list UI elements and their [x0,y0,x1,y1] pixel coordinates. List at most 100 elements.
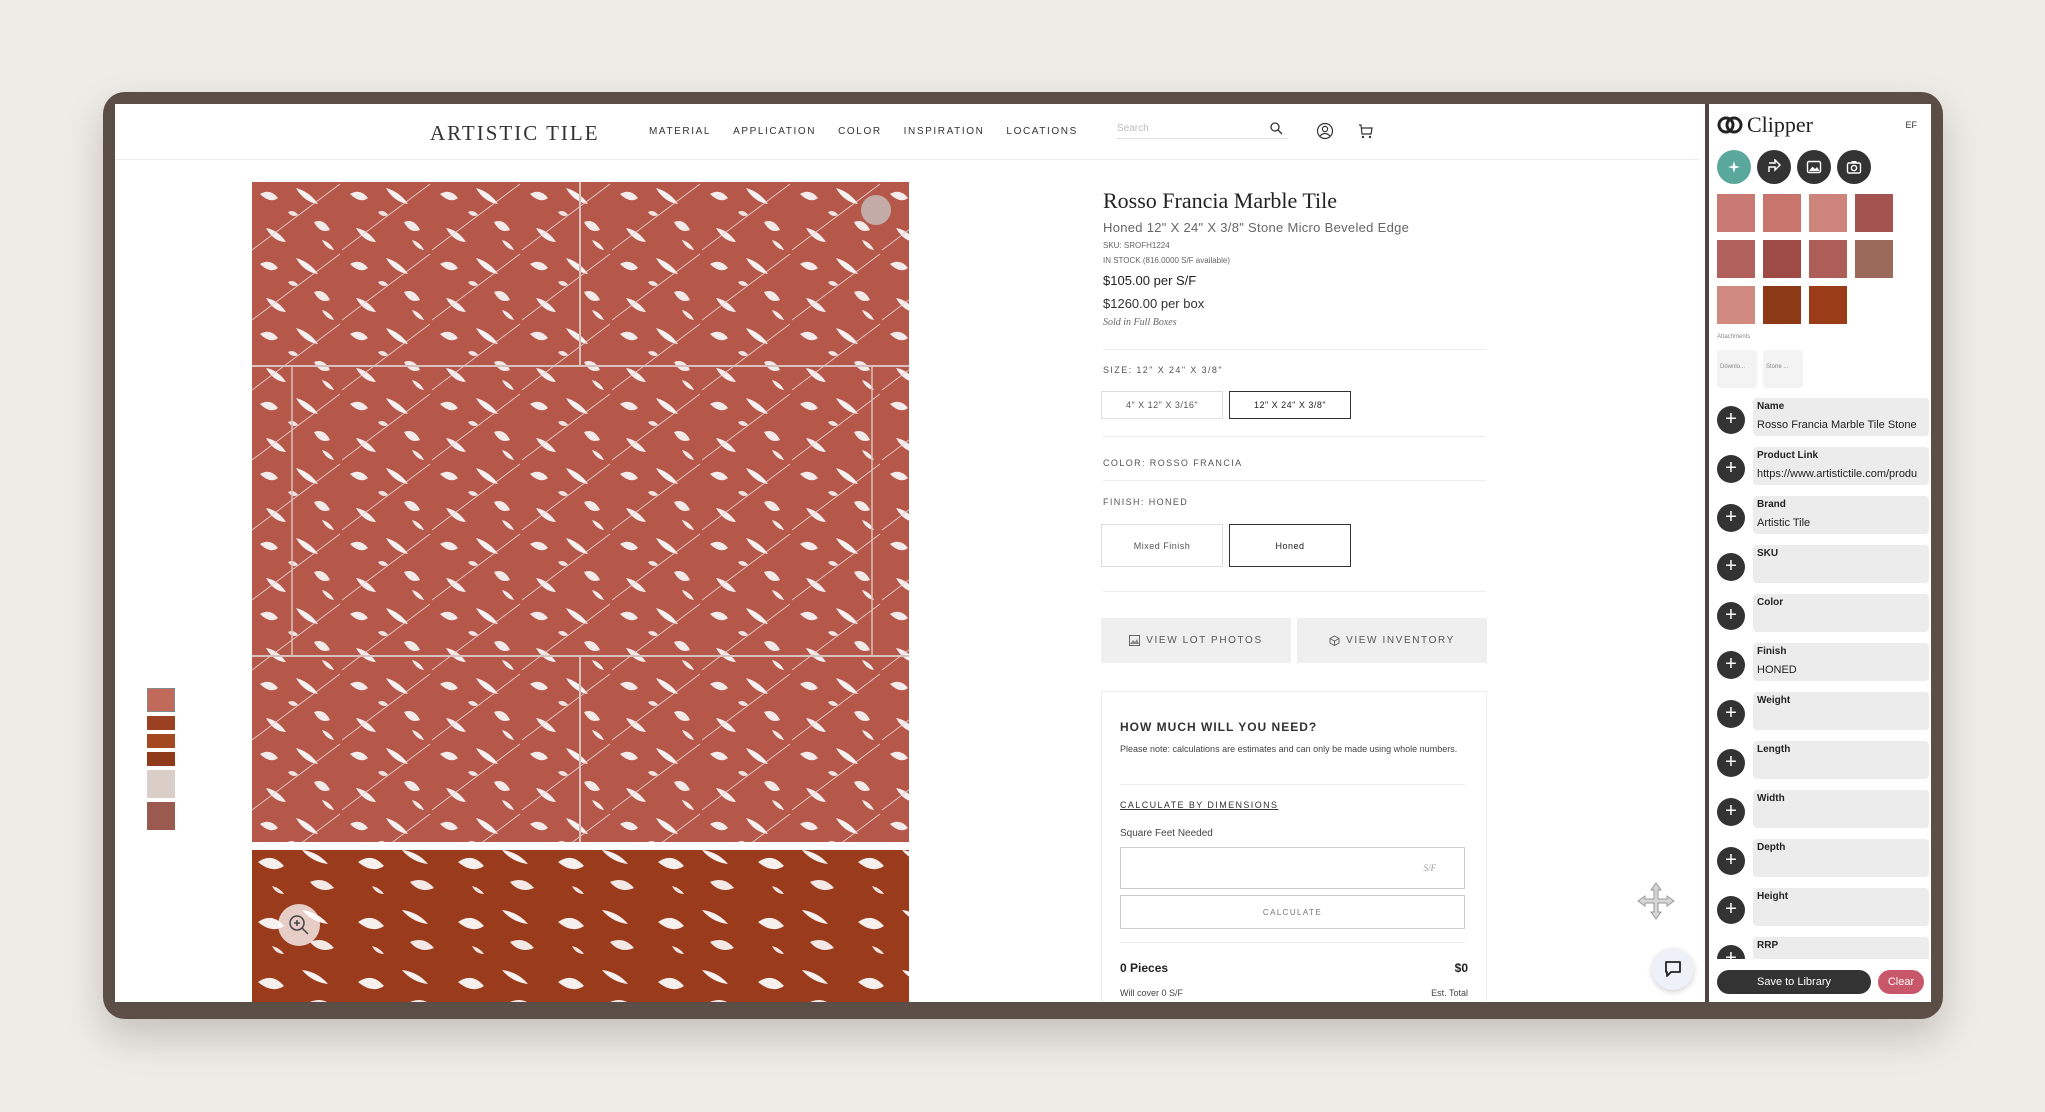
capture-button[interactable] [1837,150,1871,184]
image-swatch[interactable] [1809,240,1847,278]
price-per-sf: $105.00 per S/F [1103,273,1197,288]
main-nav: MATERIAL APPLICATION COLOR INSPIRATION L… [649,126,1078,137]
thumbnail[interactable] [147,688,175,712]
product-subtitle: Honed 12" X 24" X 3/8" Stone Micro Bevel… [1103,220,1410,235]
add-field-button[interactable]: + [1717,798,1745,826]
clipper-logo-icon [1717,116,1743,134]
thumbnail[interactable] [147,802,175,830]
image-swatch[interactable] [1763,286,1801,324]
nav-material[interactable]: MATERIAL [649,126,711,137]
share-button[interactable] [1757,150,1791,184]
add-field-button[interactable]: + [1717,700,1745,728]
image-swatch[interactable] [1809,286,1847,324]
field-length: + Length [1717,741,1929,781]
field-label: Name [1757,401,1785,412]
field-height: + Height [1717,888,1929,928]
calculator-note: Please note: calculations are estimates … [1120,744,1458,754]
image-swatch[interactable] [1763,240,1801,278]
image-swatch[interactable] [1717,240,1755,278]
field-label: SKU [1757,548,1779,559]
nav-locations[interactable]: LOCATIONS [1006,126,1077,137]
field-rrp-input[interactable]: RRP [1753,937,1929,959]
account-icon[interactable] [1316,122,1334,140]
field-brand: + Brand Artistic Tile [1717,496,1929,536]
stock-status: IN STOCK (816.0000 S/F available) [1103,256,1231,265]
attachment-item[interactable]: Stone ... [1763,350,1803,388]
chat-button[interactable] [1652,948,1694,990]
field-weight: + Weight [1717,692,1929,732]
add-field-button[interactable]: + [1717,896,1745,924]
calculate-by-dimensions-link[interactable]: CALCULATE BY DIMENSIONS [1120,800,1278,810]
size-option-4x12[interactable]: 4" X 12" X 3/16" [1101,391,1223,419]
add-field-button[interactable]: + [1717,406,1745,434]
nav-inspiration[interactable]: INSPIRATION [904,126,985,137]
square-feet-label: Square Feet Needed [1120,828,1213,839]
field-color-input[interactable]: Color [1753,594,1929,632]
sparkle-icon [1728,161,1740,173]
attachment-item[interactable]: Downlo... [1717,350,1757,388]
search-icon[interactable] [1269,121,1283,135]
field-length-input[interactable]: Length [1753,741,1929,779]
image-swatch[interactable] [1809,194,1847,232]
thumbnail[interactable] [147,752,175,766]
add-field-button[interactable]: + [1717,455,1745,483]
attachments-label: Attachments [1717,334,1751,340]
field-name-input[interactable]: Name Rosso Francia Marble Tile Stone [1753,398,1929,436]
screen: ARTISTIC TILE MATERIAL APPLICATION COLOR… [115,104,1931,1002]
thumbnail[interactable] [147,734,175,748]
coverage-text: Will cover 0 S/F [1120,988,1184,998]
calculate-button[interactable]: CALCULATE [1120,895,1465,929]
thumbnail[interactable] [147,716,175,730]
add-field-button[interactable]: + [1717,749,1745,777]
field-label: Length [1757,744,1791,755]
cart-icon[interactable] [1357,122,1375,140]
add-field-button[interactable]: + [1717,651,1745,679]
nav-color[interactable]: COLOR [838,126,882,137]
sparkle-button[interactable] [1717,150,1751,184]
view-lot-photos-button[interactable]: VIEW LOT PHOTOS [1101,618,1291,663]
field-brand-input[interactable]: Brand Artistic Tile [1753,496,1929,534]
product-image-gallery[interactable] [252,182,909,1002]
image-swatch[interactable] [1717,286,1755,324]
view-inventory-button[interactable]: VIEW INVENTORY [1297,618,1487,663]
field-sku-input[interactable]: SKU [1753,545,1929,583]
field-product-link-input[interactable]: Product Link https://www.artistictile.co… [1753,447,1929,485]
nav-application[interactable]: APPLICATION [733,126,816,137]
field-label: Weight [1757,695,1791,706]
add-image-button[interactable] [1797,150,1831,184]
field-depth-input[interactable]: Depth [1753,839,1929,877]
finish-label: FINISH: HONED [1103,497,1189,507]
save-to-library-button[interactable]: Save to Library [1717,970,1871,994]
field-finish-input[interactable]: Finish HONED [1753,643,1929,681]
site-logo[interactable]: ARTISTIC TILE [430,121,600,146]
zoom-button[interactable] [278,904,320,946]
size-label: SIZE: 12" X 24" X 3/8" [1103,365,1223,375]
box-icon [1329,635,1340,646]
user-initials[interactable]: EF [1905,120,1917,130]
color-label: COLOR: ROSSO FRANCIA [1103,458,1243,468]
finish-option-honed[interactable]: Honed [1229,524,1351,567]
divider [1103,349,1486,350]
square-feet-input[interactable]: S/F [1120,847,1465,889]
finish-option-mixed[interactable]: Mixed Finish [1101,524,1223,567]
clear-button[interactable]: Clear [1878,970,1924,994]
add-field-button[interactable]: + [1717,945,1745,959]
est-total-label: Est. Total [1431,988,1468,998]
add-field-button[interactable]: + [1717,504,1745,532]
thumbnail[interactable] [147,770,175,798]
image-swatch[interactable] [1855,240,1893,278]
image-swatch[interactable] [1763,194,1801,232]
image-swatch[interactable] [1855,194,1893,232]
search-input[interactable]: Search [1117,119,1287,139]
field-width-input[interactable]: Width [1753,790,1929,828]
field-height-input[interactable]: Height [1753,888,1929,926]
add-field-button[interactable]: + [1717,553,1745,581]
image-icon [1129,635,1141,646]
size-option-12x24[interactable]: 12" X 24" X 3/8" [1229,391,1351,419]
gallery-indicator-dot[interactable] [861,195,891,225]
price-per-box: $1260.00 per box [1103,296,1205,311]
image-swatch[interactable] [1717,194,1755,232]
add-field-button[interactable]: + [1717,847,1745,875]
add-field-button[interactable]: + [1717,602,1745,630]
field-weight-input[interactable]: Weight [1753,692,1929,730]
